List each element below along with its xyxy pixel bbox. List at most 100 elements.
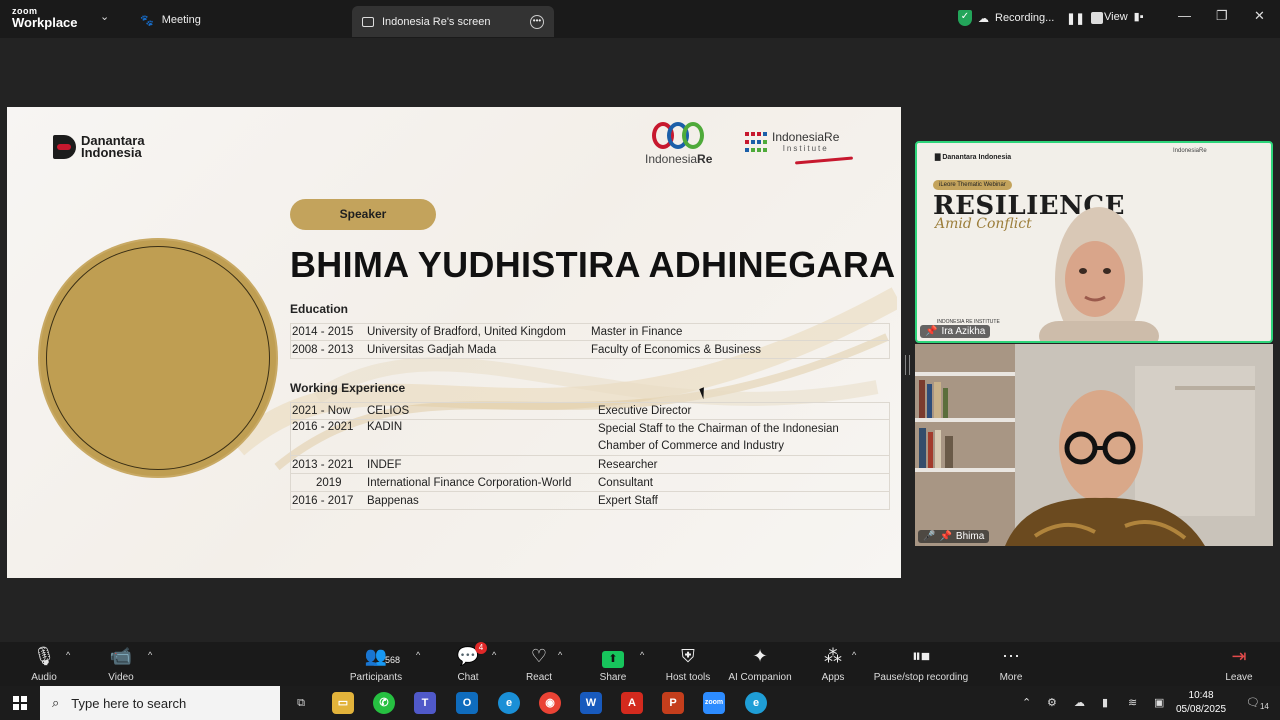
taskbar-search-input[interactable]: ⌕ Type here to search — [40, 686, 280, 720]
work-role: Special Staff to the Chairman of the Ind… — [598, 422, 839, 452]
view-label: View — [1104, 10, 1128, 23]
audio-options-caret-icon[interactable]: ^ — [66, 650, 70, 660]
taskbar-clock[interactable]: 10:48 05/08/2025 — [1176, 689, 1226, 717]
apps-button[interactable]: ⁂ Apps — [788, 644, 878, 683]
work-role: Consultant — [598, 476, 653, 489]
work-years: 2016 - 2017 — [292, 494, 354, 507]
leave-button[interactable]: ⇥ Leave — [1194, 644, 1280, 683]
more-options-icon[interactable]: ••• — [530, 14, 544, 29]
table-row: 2016 - 2021 KADIN Special Staff to the C… — [290, 420, 890, 456]
danantara-mark-icon — [53, 135, 76, 159]
pin-icon: 📌 — [925, 326, 938, 337]
screen-tab-label: Indonesia Re's screen — [382, 15, 491, 28]
sparkle-icon: ✦ — [752, 646, 768, 666]
close-icon[interactable]: ✕ — [1254, 8, 1265, 24]
minimize-icon[interactable]: — — [1178, 8, 1191, 23]
windows-start-icon[interactable] — [13, 696, 27, 710]
paw-icon: 🐾 — [140, 14, 154, 27]
windows-taskbar: ⌕ Type here to search ⧉ ▭ ✆ T O e ◉ W A … — [0, 686, 1280, 720]
zoom-app-icon[interactable]: zoom — [703, 692, 725, 714]
edu-years: 2014 - 2015 — [292, 326, 354, 338]
mini-slide-ire-logo: IndonesiaRe — [1173, 148, 1207, 154]
teams-icon[interactable]: T — [414, 692, 436, 714]
task-view-icon[interactable]: ⧉ — [290, 692, 312, 714]
education-table: 2014 - 2015 University of Bradford, Unit… — [290, 323, 890, 359]
recording-label: Recording... — [995, 12, 1055, 24]
word-icon[interactable]: W — [580, 692, 602, 714]
chevron-up-icon[interactable]: ⌃ — [1022, 696, 1031, 709]
tab-shared-screen[interactable]: Indonesia Re's screen ••• — [352, 6, 554, 37]
screen-share-icon — [362, 16, 374, 27]
pause-recording-button[interactable]: ⏸⏹ Pause/stop recording — [866, 644, 976, 683]
outlook-icon[interactable]: O — [456, 692, 478, 714]
chevron-down-icon[interactable]: ⌄ — [100, 10, 109, 23]
video-tile[interactable]: 🎤 📌 Bhima — [915, 344, 1273, 546]
video-options-caret-icon[interactable]: ^ — [148, 650, 152, 660]
share-screen-icon: ⬆ — [602, 651, 624, 668]
edu-degree: Faculty of Economics & Business — [591, 343, 762, 356]
more-icon: ⋯ — [1002, 646, 1020, 666]
react-caret-icon[interactable]: ^ — [558, 650, 562, 660]
work-years: 2016 - 2021 — [292, 421, 354, 433]
video-tile-active-speaker[interactable]: ▇ Danantara Indonesia IndonesiaRe iLeore… — [915, 141, 1273, 343]
view-button[interactable]: View ▮▪ — [1104, 10, 1144, 24]
table-row: 2019 International Finance Corporation-W… — [290, 474, 890, 492]
stop-icon[interactable] — [1090, 12, 1103, 24]
network-settings-icon[interactable]: ⚙ — [1047, 696, 1057, 709]
apps-caret-icon[interactable]: ^ — [852, 650, 856, 660]
participants-icon: 👥 — [364, 646, 388, 666]
pause-recording-label: Pause/stop recording — [873, 672, 969, 683]
shared-slide: Danantara Indonesia IndonesiaRe Indonesi… — [7, 107, 901, 578]
clock-time: 10:48 — [1188, 690, 1214, 701]
education-label: Education — [290, 302, 349, 316]
acrobat-icon[interactable]: A — [621, 692, 643, 714]
edge-icon[interactable]: e — [498, 692, 520, 714]
speaker-name: BHIMA YUDHISTIRA ADHINEGARA — [290, 244, 896, 285]
video-off-icon: 📹 — [109, 646, 133, 666]
edu-years: 2008 - 2013 — [292, 343, 354, 356]
speaker-photo-frame — [40, 240, 276, 476]
heart-icon: ♡ — [530, 646, 548, 666]
tab-meeting[interactable]: 🐾 Meeting — [140, 9, 201, 31]
dots-grid-icon — [745, 132, 767, 154]
work-years: 2021 - Now — [292, 405, 351, 417]
clock-date: 05/08/2025 — [1176, 704, 1227, 715]
pause-icon[interactable]: ❚❚ — [1066, 12, 1084, 25]
edu-degree: Master in Finance — [591, 326, 683, 338]
iri-logo-a: IndonesiaRe — [772, 130, 840, 144]
file-explorer-icon[interactable]: ▭ — [332, 692, 354, 714]
more-button[interactable]: ⋯ More — [966, 644, 1056, 683]
iri-swash — [794, 156, 854, 165]
powerpoint-icon[interactable]: P — [662, 692, 684, 714]
participants-button[interactable]: 👥 568 Participants — [331, 644, 421, 683]
edge-browser-icon[interactable]: e — [745, 692, 767, 714]
work-role: Researcher — [598, 458, 658, 471]
work-label: Working Experience — [290, 381, 406, 395]
onedrive-icon[interactable]: ☁ — [1074, 696, 1085, 709]
pause-stop-icon: ⏸⏹ — [912, 646, 930, 666]
participants-caret-icon[interactable]: ^ — [416, 650, 420, 660]
participant-name: Ira Azikha — [941, 326, 986, 337]
apps-icon: ⁂ — [824, 646, 842, 666]
logo-bottom-text: Workplace — [12, 15, 78, 30]
video-button[interactable]: 📹 Video — [76, 644, 166, 683]
mini-slide-logo: ▇ Danantara Indonesia — [935, 154, 1012, 161]
wifi-icon[interactable]: ≋ — [1128, 696, 1137, 709]
leave-icon: ⇥ — [1231, 646, 1247, 666]
panel-resize-handle[interactable] — [905, 355, 910, 375]
notification-icon[interactable]: 🗨14 — [1246, 696, 1269, 711]
battery-icon[interactable]: ▮ — [1102, 696, 1108, 709]
speaker-pill: Speaker — [290, 199, 436, 230]
table-row: 2016 - 2017 Bappenas Expert Staff — [290, 492, 890, 510]
whatsapp-icon[interactable]: ✆ — [373, 692, 395, 714]
chrome-icon[interactable]: ◉ — [539, 692, 561, 714]
ire-logo-a: Indonesia — [645, 152, 698, 166]
shield-icon: ✓ — [958, 10, 972, 26]
work-org: Bappenas — [367, 494, 419, 507]
maximize-icon[interactable]: ❐ — [1216, 8, 1228, 24]
table-row: 2021 - Now CELIOS Executive Director — [290, 402, 890, 420]
display-icon[interactable]: ▣ — [1154, 696, 1164, 709]
video-label: Video — [108, 672, 134, 683]
participants-label: Participants — [349, 672, 403, 683]
work-years: 2019 — [316, 476, 342, 489]
